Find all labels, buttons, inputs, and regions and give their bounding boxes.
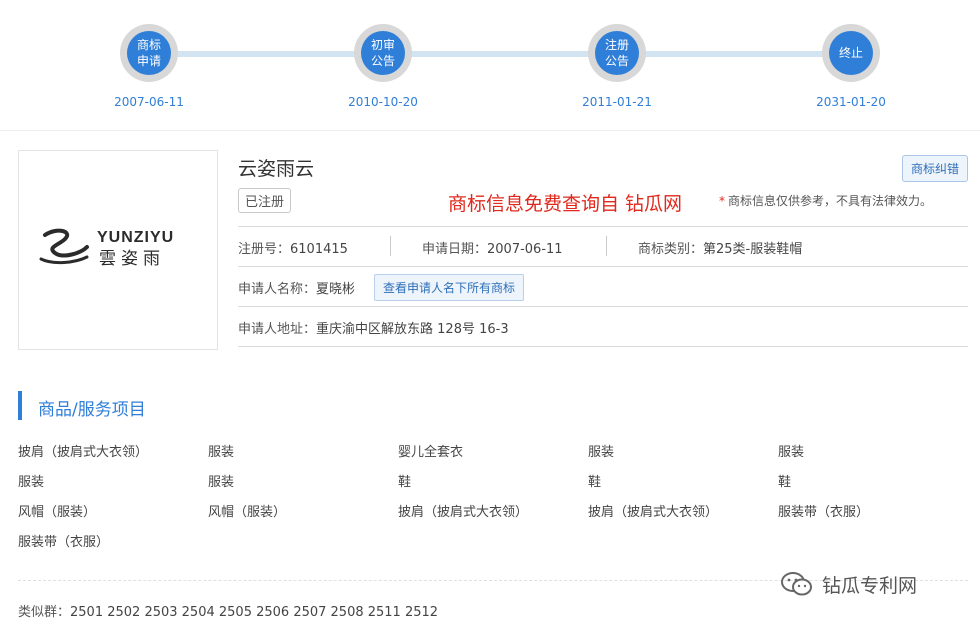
goods-item	[398, 530, 588, 560]
goods-item: 披肩（披肩式大衣领）	[398, 505, 529, 520]
divider	[238, 346, 968, 347]
goods-item	[778, 530, 968, 560]
similar-groups: 类似群：2501 2502 2503 2504 2505 2506 2507 2…	[18, 601, 438, 620]
timeline-step-label: 终止	[829, 31, 873, 75]
timeline-step-date: 2007-06-11	[114, 95, 184, 109]
disclaimer: * 商标信息仅供参考，不具有法律效力。	[719, 192, 932, 209]
divider	[606, 236, 607, 256]
status-badge: 已注册	[238, 188, 292, 213]
goods-item: 服装	[778, 445, 805, 460]
goods-item: 鞋	[398, 475, 412, 490]
timeline-step-preliminary: 初审 公告 2010-10-20	[323, 24, 443, 109]
applicant-value[interactable]: 夏晓彬	[316, 282, 355, 297]
timeline-step-registration: 注册 公告 2011-01-21	[557, 24, 677, 109]
timeline-step-application: 商标 申请 2007-06-11	[89, 24, 209, 109]
reg-no-label: 注册号：	[238, 242, 291, 257]
watermark-text: 钻瓜专利网	[822, 574, 918, 597]
goods-item: 服装	[208, 445, 235, 460]
address-value: 重庆渝中区解放东路 128号 16-3	[316, 322, 509, 337]
goods-item: 服装带（衣服）	[18, 535, 110, 550]
goods-item: 披肩（披肩式大衣领）	[588, 505, 719, 520]
timeline-step-label: 商标 申请	[127, 31, 171, 75]
timeline-step-date: 2031-01-20	[816, 95, 886, 109]
promo-text: 商标信息免费查询自 钻瓜网	[448, 193, 683, 215]
similar-groups-label: 类似群：	[18, 605, 71, 620]
goods-row: 服装带（衣服）	[18, 530, 968, 560]
class-label: 商标类别：	[638, 242, 704, 257]
trademark-name: 云姿雨云	[238, 158, 315, 180]
similar-groups-value: 2501 2502 2503 2504 2505 2506 2507 2508 …	[70, 605, 439, 620]
divider	[238, 226, 968, 227]
divider	[238, 266, 968, 267]
goods-item: 披肩（披肩式大衣领）	[18, 445, 149, 460]
goods-item: 服装	[208, 475, 235, 490]
timeline-step-label: 注册 公告	[595, 31, 639, 75]
apply-date-field: 申请日期：2007-06-11	[422, 238, 563, 257]
goods-item: 风帽（服装）	[18, 505, 97, 520]
goods-row: 风帽（服装） 风帽（服装） 披肩（披肩式大衣领） 披肩（披肩式大衣领） 服装带（…	[18, 500, 968, 530]
logo-text-cn: 雲姿雨	[99, 249, 165, 267]
goods-item: 鞋	[588, 475, 602, 490]
goods-row: 服装 服装 鞋 鞋 鞋	[18, 470, 968, 500]
address-label: 申请人地址：	[238, 322, 317, 337]
goods-item: 服装带（衣服）	[778, 505, 870, 520]
goods-item: 婴儿全套衣	[398, 445, 464, 460]
logo-text-en: YUNZIYU	[97, 229, 174, 246]
goods-list: 披肩（披肩式大衣领） 服装 婴儿全套衣 服装 服装 服装 服装 鞋 鞋 鞋 风帽…	[18, 440, 968, 560]
divider	[390, 236, 391, 256]
timeline-step-label: 初审 公告	[361, 31, 405, 75]
timeline-step-date: 2010-10-20	[348, 95, 418, 109]
goods-item	[208, 530, 398, 560]
goods-item: 服装	[18, 475, 45, 490]
trademark-logo: YUNZIYU 雲姿雨	[18, 150, 218, 350]
class-value: 第25类-服装鞋帽	[703, 242, 803, 257]
timeline-track	[148, 51, 852, 57]
divider	[238, 306, 968, 307]
report-error-button[interactable]: 商标纠错	[902, 155, 969, 182]
wechat-icon	[781, 572, 812, 596]
address-field: 申请人地址：重庆渝中区解放东路 128号 16-3	[238, 318, 509, 337]
goods-row: 披肩（披肩式大衣领） 服装 婴儿全套衣 服装 服装	[18, 440, 968, 470]
section-title: 商品/服务项目	[38, 400, 146, 420]
goods-item: 鞋	[778, 475, 792, 490]
view-all-trademarks-button[interactable]: 查看申请人名下所有商标	[374, 274, 525, 301]
reg-no-field: 注册号：6101415	[238, 238, 348, 257]
status-timeline: 商标 申请 2007-06-11 初审 公告 2010-10-20 注册 公告 …	[0, 0, 980, 131]
goods-item: 服装	[588, 445, 615, 460]
reg-no-value: 6101415	[290, 242, 348, 257]
disclaimer-text: 商标信息仅供参考，不具有法律效力。	[728, 194, 933, 208]
trademark-logo-image: YUNZIYU 雲姿雨	[39, 228, 174, 267]
timeline-step-termination: 终止 2031-01-20	[791, 24, 911, 109]
apply-date-label: 申请日期：	[422, 242, 488, 257]
goods-item: 风帽（服装）	[208, 505, 287, 520]
watermark: 钻瓜专利网	[780, 570, 917, 598]
timeline-step-date: 2011-01-21	[582, 95, 652, 109]
class-field: 商标类别：第25类-服装鞋帽	[638, 238, 802, 257]
apply-date-value: 2007-06-11	[487, 242, 563, 257]
applicant-label: 申请人名称：	[238, 282, 317, 297]
disclaimer-star: *	[719, 194, 725, 208]
applicant-field: 申请人名称：夏晓彬	[238, 278, 355, 297]
goods-item	[588, 530, 778, 560]
section-accent-bar	[18, 391, 22, 420]
